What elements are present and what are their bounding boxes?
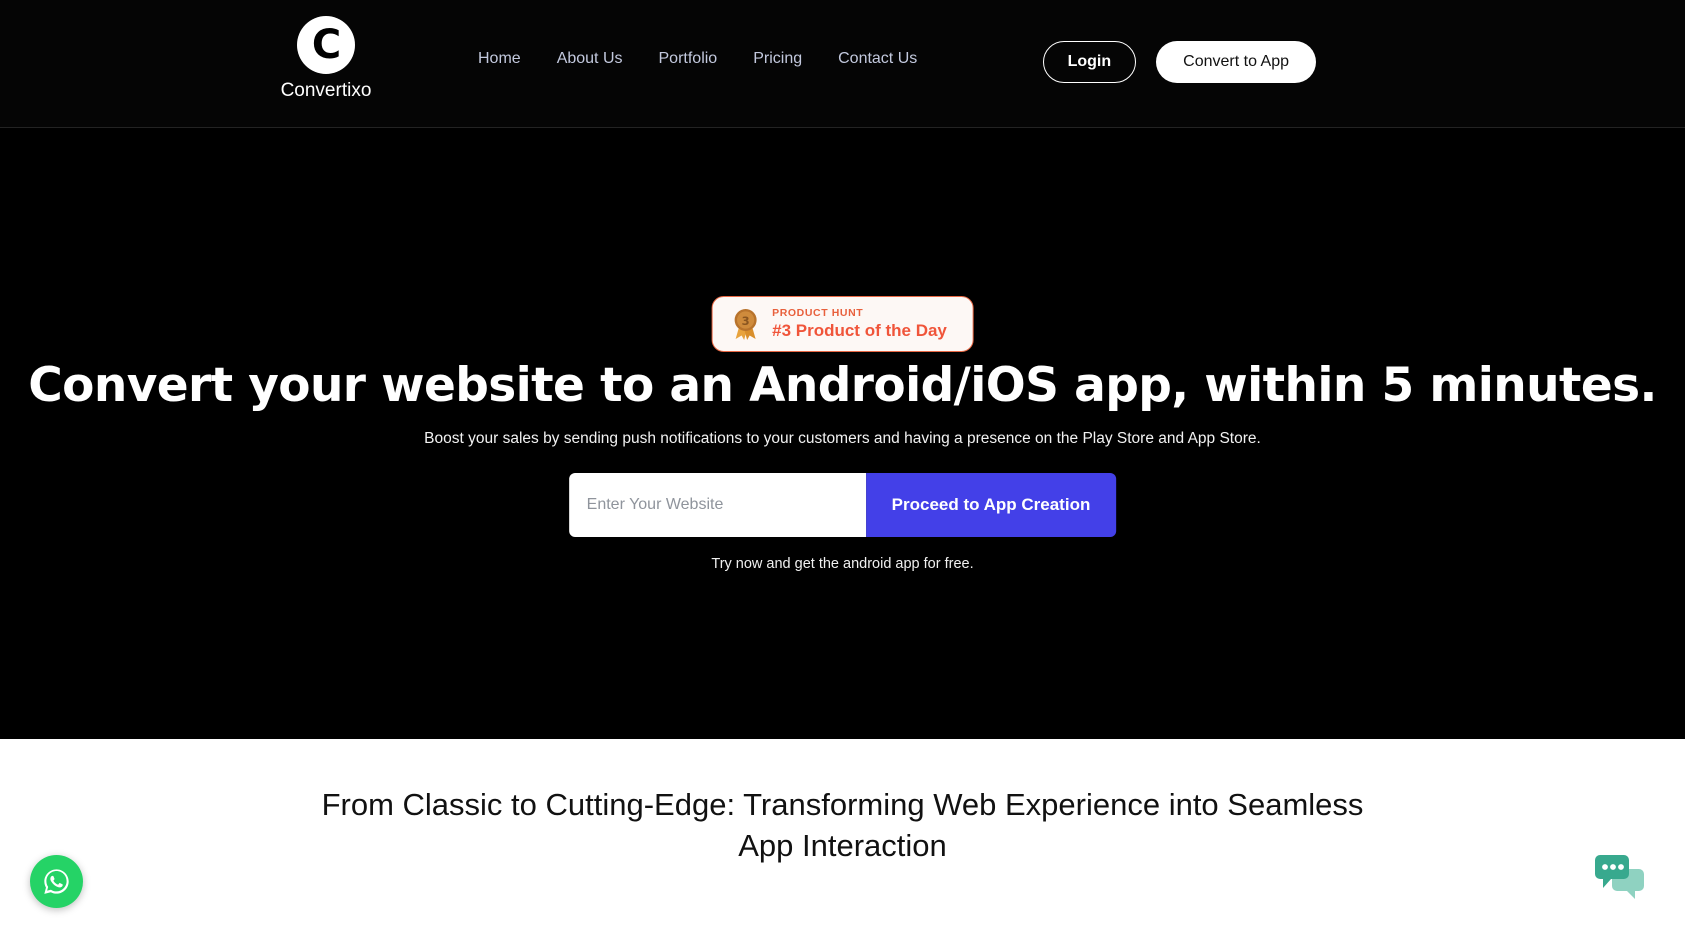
features-intro-section: From Classic to Cutting-Edge: Transformi… (0, 739, 1685, 941)
proceed-to-app-creation-button[interactable]: Proceed to App Creation (865, 473, 1117, 537)
svg-text:3: 3 (741, 314, 749, 328)
product-hunt-badge[interactable]: 3 PRODUCT HUNT #3 Product of the Day (711, 296, 974, 352)
website-url-input[interactable] (568, 473, 866, 537)
convert-to-app-button[interactable]: Convert to App (1156, 41, 1316, 83)
chat-bubbles-icon (1595, 855, 1644, 899)
hero-headline: Convert your website to an Android/iOS a… (28, 358, 1657, 413)
brand-name: Convertixo (280, 80, 372, 101)
nav-item-about-us[interactable]: About Us (539, 50, 641, 68)
website-conversion-form: Proceed to App Creation (568, 473, 1117, 537)
hero-free-trial-note: Try now and get the android app for free… (711, 556, 974, 572)
login-button[interactable]: Login (1042, 41, 1137, 83)
hero-section: 3 PRODUCT HUNT #3 Product of the Day Con… (0, 128, 1685, 739)
logo-letter: C (311, 22, 341, 68)
hero-subheadline: Boost your sales by sending push notific… (424, 430, 1261, 447)
section-heading: From Classic to Cutting-Edge: Transformi… (321, 787, 1364, 863)
landing-page: C Convertixo Home About Us Portfolio Pri… (0, 0, 1685, 941)
medal-icon: 3 (734, 309, 757, 340)
main-navigation: Home About Us Portfolio Pricing Contact … (478, 50, 935, 68)
whatsapp-icon (44, 869, 69, 894)
whatsapp-chat-button[interactable] (30, 855, 83, 908)
nav-item-home[interactable]: Home (478, 50, 539, 68)
live-chat-button[interactable] (1583, 845, 1655, 911)
nav-item-portfolio[interactable]: Portfolio (641, 50, 736, 68)
header-actions: Login Convert to App (1042, 41, 1316, 83)
nav-item-pricing[interactable]: Pricing (735, 50, 820, 68)
badge-kicker: PRODUCT HUNT (772, 307, 864, 320)
logo-circle-icon: C (297, 16, 355, 74)
site-header: C Convertixo Home About Us Portfolio Pri… (0, 0, 1685, 128)
badge-text: PRODUCT HUNT #3 Product of the Day (772, 307, 947, 341)
brand-logo[interactable]: C Convertixo (276, 16, 376, 102)
badge-title: #3 Product of the Day (772, 321, 947, 341)
nav-item-contact-us[interactable]: Contact Us (820, 50, 935, 68)
